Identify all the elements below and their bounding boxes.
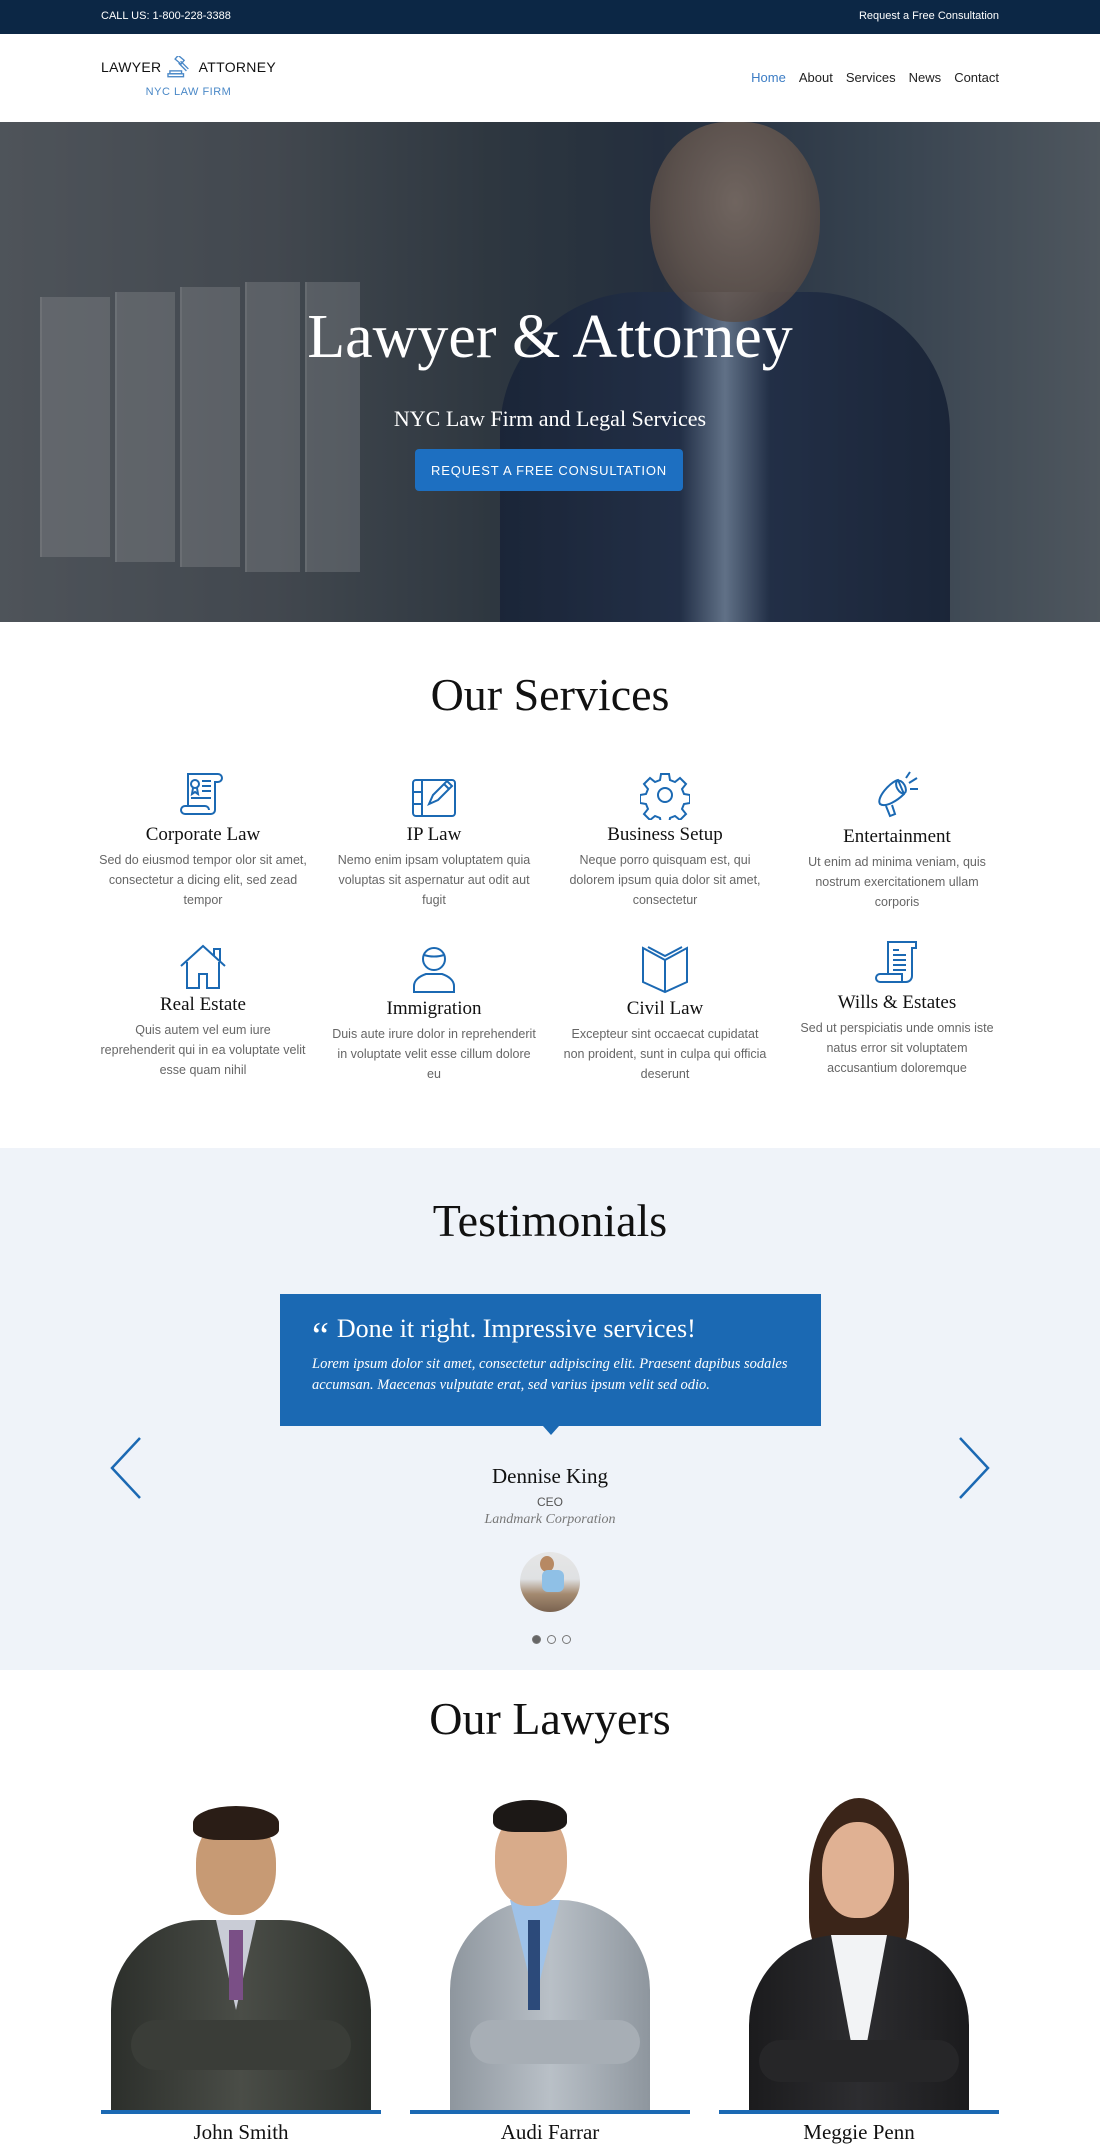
testimonial-author: Dennise King CEO Landmark Corporation (0, 1464, 1100, 1528)
service-card[interactable]: Real Estate Quis autem vel eum iure repr… (98, 944, 308, 1080)
tablet-pen-icon (412, 779, 456, 817)
lawyer-name: Meggie Penn (803, 2120, 915, 2144)
service-description: Excepteur sint occaecat cupidatat non pr… (563, 1027, 767, 1081)
service-card[interactable]: Corporate Law Sed do eiusmod tempor olor… (98, 770, 308, 910)
author-role: CEO (536, 1495, 563, 1509)
consultation-link[interactable]: Request a Free Consultation (859, 10, 999, 22)
service-title: IP Law (406, 824, 462, 845)
gear-icon (640, 773, 690, 820)
lawyer-photo (101, 1770, 381, 2110)
carousel-dot-1[interactable] (532, 1635, 541, 1644)
nav-services[interactable]: Services (846, 70, 896, 85)
logo[interactable]: LAWYER ATTORNEY NYC LAW FIRM (101, 56, 276, 98)
service-title: Civil Law (626, 998, 704, 1019)
main-nav: Home About Services News Contact (751, 70, 999, 85)
logo-text-left: LAWYER (101, 59, 162, 75)
service-description: Ut enim ad minima veniam, quis nostrum e… (808, 855, 986, 909)
service-description: Sed ut perspiciatis unde omnis iste natu… (800, 1021, 994, 1075)
lawyer-card[interactable]: John Smith (101, 1770, 381, 2145)
carousel-dot-2[interactable] (547, 1635, 556, 1644)
service-title: Business Setup (607, 824, 723, 845)
gavel-icon (167, 56, 190, 78)
site-header: LAWYER ATTORNEY NYC LAW FIRM Home About … (0, 34, 1100, 122)
lawyer-accent-bar (719, 2110, 999, 2114)
service-description: Sed do eiusmod tempor olor sit amet, con… (99, 853, 307, 907)
service-description: Duis aute irure dolor in reprehenderit i… (332, 1027, 536, 1081)
service-title: Corporate Law (145, 824, 261, 845)
service-title: Entertainment (843, 826, 951, 847)
services-title: Our Services (430, 669, 670, 720)
author-company: Landmark Corporation (484, 1512, 616, 1527)
certificate-scroll-icon (180, 773, 223, 815)
quote-mark-icon: “ (312, 1315, 329, 1357)
service-card[interactable]: Immigration Duis aute irure dolor in rep… (329, 944, 539, 1084)
lawyer-card[interactable]: Meggie Penn (719, 1770, 999, 2145)
hero-title: Lawyer & Attorney (307, 303, 793, 371)
carousel-dot-3[interactable] (562, 1635, 571, 1644)
top-bar: CALL US: 1-800-228-3388 Request a Free C… (0, 0, 1100, 34)
carousel-dots (532, 1635, 571, 1644)
service-title: Wills & Estates (837, 992, 957, 1013)
lawyer-accent-bar (410, 2110, 690, 2114)
quote-title: Done it right. Impressive services! (336, 1314, 696, 1343)
nav-about[interactable]: About (799, 70, 833, 85)
author-avatar (520, 1552, 580, 1612)
service-title: Immigration (386, 998, 482, 1019)
free-consultation-button[interactable]: REQUEST A FREE CONSULTATION (415, 449, 683, 491)
lawyer-photo (719, 1770, 999, 2110)
service-title: Real Estate (160, 994, 246, 1015)
logo-subtitle: NYC LAW FIRM (145, 86, 232, 98)
services-section: Our Services Corporate Law Sed do eiusmo… (0, 622, 1100, 1148)
service-description: Neque porro quisquam est, qui dolorem ip… (569, 853, 761, 907)
open-book-icon (642, 946, 688, 994)
lawyer-accent-bar (101, 2110, 381, 2114)
lawyers-title: Our Lawyers (429, 1693, 671, 1744)
service-description: Nemo enim ipsam voluptatem quia voluptas… (337, 853, 531, 907)
lawyers-section: Our Lawyers John Smith Audi Farrar Meggi… (0, 1670, 1100, 2148)
lawyer-photo (410, 1770, 690, 2110)
service-description: Quis autem vel eum iure reprehenderit qu… (100, 1023, 306, 1077)
quote-body: Lorem ipsum dolor sit amet, consectetur … (312, 1356, 788, 1393)
phone-number: CALL US: 1-800-228-3388 (101, 10, 231, 22)
lawyer-name: Audi Farrar (500, 2120, 600, 2144)
testimonial-quote-box: “ Done it right. Impressive services! Lo… (280, 1294, 821, 1435)
nav-news[interactable]: News (909, 70, 942, 85)
testimonials-title: Testimonials (432, 1195, 668, 1246)
nav-home[interactable]: Home (751, 70, 786, 85)
document-scroll-icon (875, 941, 917, 983)
lawyer-card[interactable]: Audi Farrar (410, 1770, 690, 2145)
nav-contact[interactable]: Contact (954, 70, 999, 85)
hero-tagline: NYC Law Firm and Legal Services (393, 406, 707, 431)
hero-section: Lawyer & Attorney NYC Law Firm and Legal… (0, 122, 1100, 622)
person-icon (413, 947, 455, 993)
logo-text-right: ATTORNEY (198, 59, 276, 75)
service-card[interactable]: Civil Law Excepteur sint occaecat cupida… (560, 944, 770, 1084)
house-icon (180, 944, 226, 989)
megaphone-icon (878, 771, 918, 818)
service-card[interactable]: Business Setup Neque porro quisquam est,… (560, 770, 770, 910)
testimonials-section: Testimonials “ Done it right. Impressive… (0, 1148, 1100, 1670)
service-card[interactable]: IP Law Nemo enim ipsam voluptatem quia v… (329, 770, 539, 910)
author-name: Dennise King (491, 1464, 609, 1488)
service-card[interactable]: Entertainment Ut enim ad minima veniam, … (792, 770, 1002, 912)
service-card[interactable]: Wills & Estates Sed ut perspiciatis unde… (792, 938, 1002, 1078)
lawyer-name: John Smith (193, 2120, 289, 2144)
